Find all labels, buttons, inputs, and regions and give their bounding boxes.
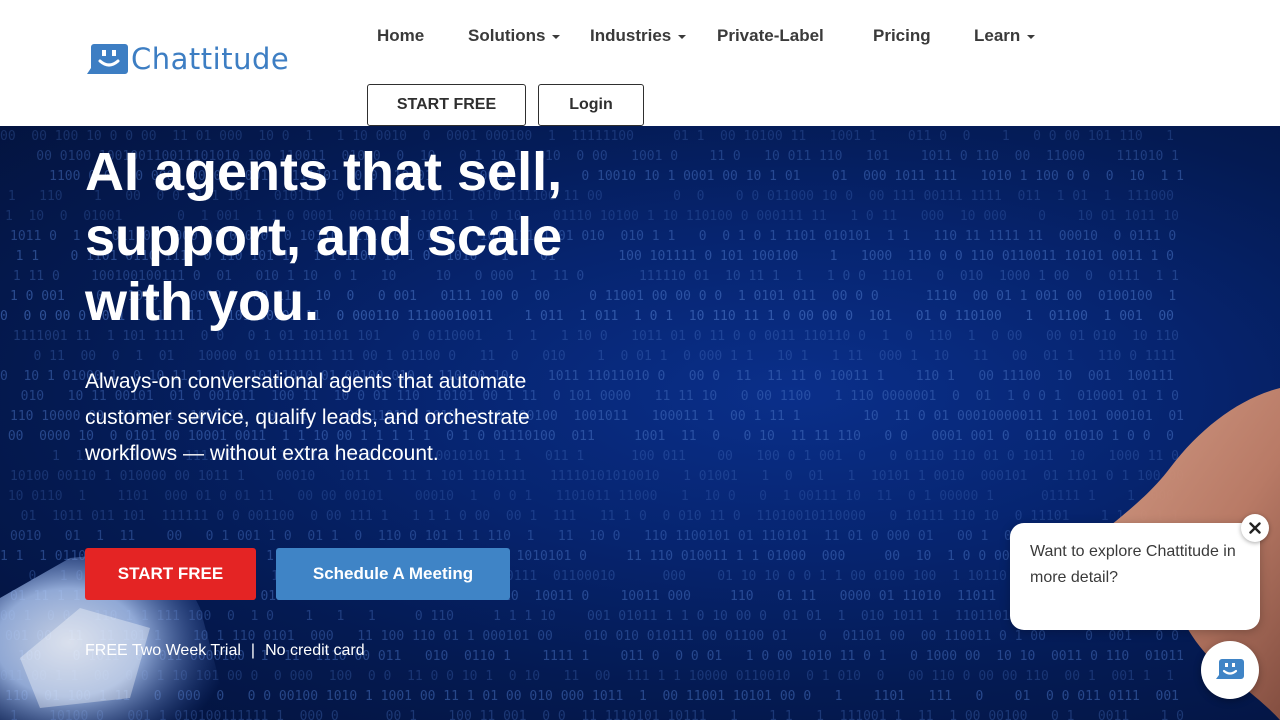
chat-face-icon (1216, 659, 1244, 679)
hero-section: 00 00 100 10 0 0 00 11 01 000 10 0 1 1 1… (0, 126, 1280, 720)
trial-note: FREE Two Week Trial | No credit card (85, 642, 365, 660)
separator: | (250, 642, 256, 659)
schedule-meeting-button[interactable]: Schedule A Meeting (276, 548, 510, 600)
chat-prompt-text: Want to explore Chattitude in more detai… (1030, 543, 1236, 586)
nav-solutions[interactable]: Solutions (468, 24, 561, 48)
no-credit-card-text: No credit card (265, 642, 365, 659)
brand-name: Chattitude (131, 42, 290, 76)
svg-text:10 0110 1 1101 000 01 0 0: 10 0110 1 1101 000 01 0 01 11 00 00 0010… (0, 489, 1174, 504)
chattitude-logo[interactable]: Chattitude (85, 42, 289, 76)
nav-pricing[interactable]: Pricing (873, 24, 931, 48)
svg-text:01 1011 011 101 111111 0 0 0: 01 1011 011 101 111111 0 0 001100 0 00 1… (5, 509, 1179, 524)
nav-learn[interactable]: Learn (974, 24, 1036, 48)
chat-face-icon (87, 44, 128, 74)
start-free-button[interactable]: START FREE (85, 548, 256, 600)
nav-pricing-label: Pricing (873, 26, 931, 45)
nav-solutions-label: Solutions (468, 26, 546, 45)
nav-home[interactable]: Home (377, 24, 424, 48)
nav-private-label-label: Private-Label (717, 26, 824, 45)
caret-down-icon (552, 34, 561, 39)
hero-subtitle: Always-on conversational agents that aut… (85, 370, 530, 465)
chat-close-button[interactable] (1241, 514, 1269, 542)
svg-text:0 11 00 0 1 01 10000 01: 0 11 00 0 1 01 10000 01 0111111 111 00 1… (10, 349, 1184, 364)
nav-home-label: Home (377, 26, 425, 45)
site-header: Chattitude Home Solutions Industries Pri… (0, 0, 1280, 126)
free-trial-text: FREE Two Week Trial (85, 642, 241, 659)
header-start-free-button[interactable]: START FREE (367, 84, 526, 126)
nav-industries-label: Industries (590, 26, 672, 45)
caret-down-icon (678, 34, 687, 39)
caret-down-icon (1027, 34, 1036, 39)
nav-learn-label: Learn (974, 26, 1021, 45)
nav-private-label[interactable]: Private-Label (717, 24, 824, 48)
hero-title: AI agents that sell, support, and scale … (85, 142, 563, 332)
chat-launcher-button[interactable] (1201, 641, 1259, 699)
nav-industries[interactable]: Industries (590, 24, 687, 48)
header-login-button[interactable]: Login (538, 84, 644, 126)
chat-prompt-bubble[interactable]: Want to explore Chattitude in more detai… (1010, 523, 1260, 630)
close-icon (1249, 522, 1261, 534)
